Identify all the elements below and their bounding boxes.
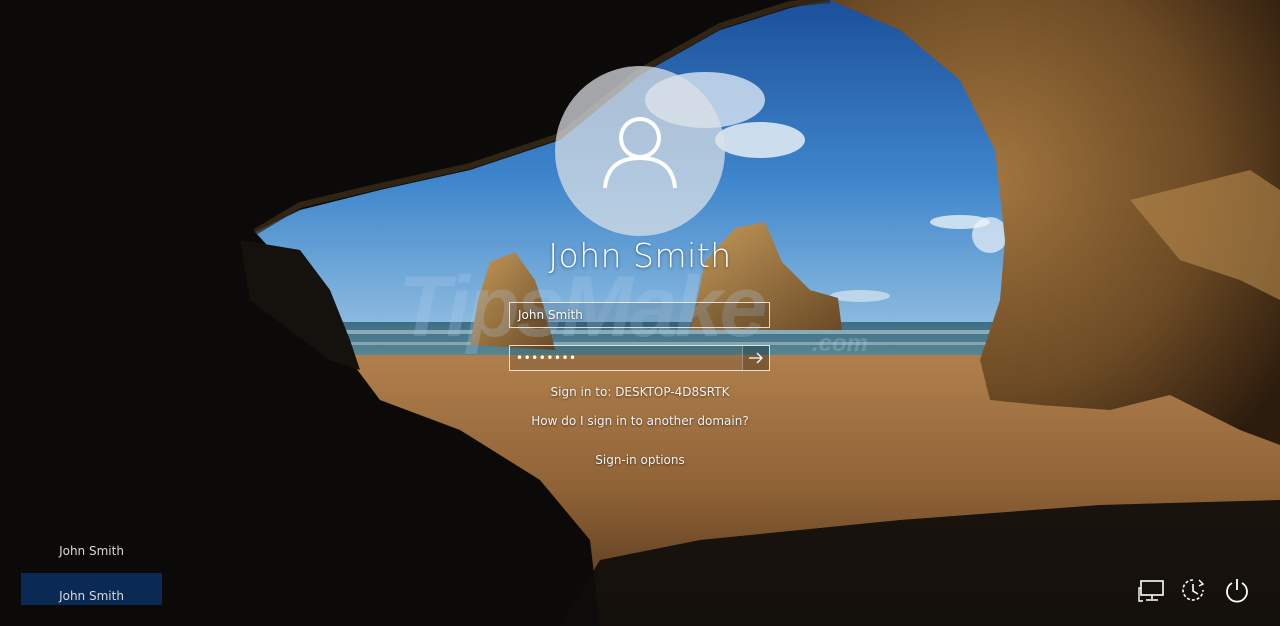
arrow-right-icon [749, 352, 763, 364]
username-value: John Smith [518, 308, 583, 322]
user-avatar [555, 66, 725, 236]
submit-button[interactable] [742, 346, 769, 370]
password-input[interactable]: •••••••• [509, 345, 770, 371]
network-button[interactable] [1136, 574, 1168, 606]
network-icon [1138, 580, 1164, 602]
power-button[interactable] [1221, 574, 1253, 606]
sign-in-options-link[interactable]: Sign-in options [440, 453, 840, 467]
password-value: •••••••• [516, 351, 577, 365]
sign-in-to-label: Sign in to: DESKTOP-4D8SRTK [550, 385, 730, 399]
lock-screen: TipsMake .com John Smith John Smith ••••… [0, 0, 1280, 626]
ease-of-access-button[interactable] [1177, 574, 1209, 606]
username-input[interactable]: John Smith [509, 302, 770, 328]
user-icon [603, 117, 677, 189]
power-icon [1226, 579, 1248, 603]
other-domain-link[interactable]: How do I sign in to another domain? [440, 414, 840, 428]
ease-of-access-icon [1182, 579, 1205, 601]
user-name-title: John Smith [548, 236, 732, 275]
user-list-item-selected[interactable]: John Smith [21, 573, 162, 605]
user-list-item[interactable]: John Smith [21, 535, 162, 567]
watermark-suffix: .com [812, 330, 869, 357]
